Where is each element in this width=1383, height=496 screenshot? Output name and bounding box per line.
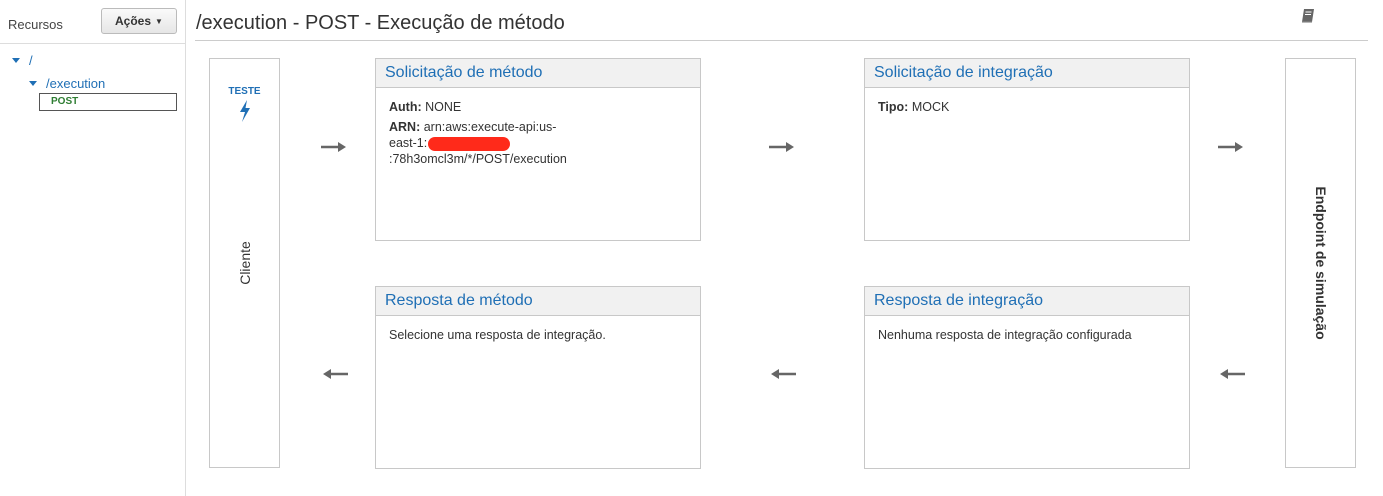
header-divider xyxy=(195,40,1368,41)
arrow-left-icon xyxy=(1220,369,1245,379)
arn-value-line2b: :78h3omcl3m/*/POST/execution xyxy=(389,152,567,166)
test-button[interactable]: TESTE xyxy=(210,86,279,122)
client-column: TESTE Cliente xyxy=(209,58,280,468)
tree-expand-icon[interactable] xyxy=(29,81,37,86)
actions-label: Ações xyxy=(115,14,152,28)
method-response-text: Selecione uma resposta de integração. xyxy=(389,328,606,342)
auth-value: NONE xyxy=(425,100,462,114)
method-request-title[interactable]: Solicitação de método xyxy=(376,59,700,88)
tree-item-post-method[interactable]: POST xyxy=(39,93,177,111)
integration-response-title[interactable]: Resposta de integração xyxy=(865,287,1189,316)
method-request-body: Auth: NONE ARN: arn:aws:execute-api:us- … xyxy=(376,88,700,182)
arn-value-line2a: east-1: xyxy=(389,136,428,150)
book-icon[interactable] xyxy=(1300,8,1316,24)
arrow-left-icon xyxy=(771,369,796,379)
actions-button[interactable]: Ações ▼ xyxy=(101,8,177,34)
arrow-right-icon xyxy=(1218,142,1243,152)
redaction-mark xyxy=(428,136,511,151)
arn-row: ARN: arn:aws:execute-api:us- east-1::78h… xyxy=(389,119,687,167)
arrow-right-icon xyxy=(769,142,794,152)
integration-response-body: Nenhuma resposta de integração configura… xyxy=(865,316,1189,358)
arrow-right-icon xyxy=(321,142,346,152)
integration-request-body: Tipo: MOCK xyxy=(865,88,1189,130)
resources-title: Recursos xyxy=(8,17,63,32)
type-key: Tipo: xyxy=(878,100,909,114)
integration-request-panel: Solicitação de integração Tipo: MOCK xyxy=(864,58,1190,241)
arrow-left-icon xyxy=(323,369,348,379)
page-title: /execution - POST - Execução de método xyxy=(196,12,565,34)
type-value: MOCK xyxy=(911,100,950,114)
type-row: Tipo: MOCK xyxy=(878,99,1176,115)
tree-item-root-label: / xyxy=(29,53,33,68)
endpoint-label: Endpoint de simulação xyxy=(1312,186,1329,340)
resources-sidebar: Recursos Ações ▼ / /execution POST xyxy=(0,0,186,496)
arn-value-line1: arn:aws:execute-api:us- xyxy=(423,120,557,134)
lightning-icon xyxy=(239,100,250,122)
auth-row: Auth: NONE xyxy=(389,99,687,115)
sidebar-divider xyxy=(0,43,186,44)
tree-expand-icon[interactable] xyxy=(12,58,20,63)
method-request-panel: Solicitação de método Auth: NONE ARN: ar… xyxy=(375,58,701,241)
arn-key: ARN: xyxy=(389,120,421,134)
test-label: TESTE xyxy=(228,86,261,97)
integration-response-panel: Resposta de integração Nenhuma resposta … xyxy=(864,286,1190,469)
method-response-body: Selecione uma resposta de integração. xyxy=(376,316,700,358)
integration-request-title[interactable]: Solicitação de integração xyxy=(865,59,1189,88)
auth-key: Auth: xyxy=(389,100,422,114)
tree-item-root[interactable]: / xyxy=(12,53,33,68)
integration-response-text: Nenhuma resposta de integração configura… xyxy=(878,328,1132,342)
tree-item-execution[interactable]: /execution xyxy=(29,76,105,91)
method-response-panel: Resposta de método Selecione uma respost… xyxy=(375,286,701,469)
method-response-title[interactable]: Resposta de método xyxy=(376,287,700,316)
tree-item-execution-label: /execution xyxy=(46,76,106,91)
client-label: Cliente xyxy=(236,241,253,285)
caret-down-icon: ▼ xyxy=(155,16,163,26)
endpoint-column[interactable]: Endpoint de simulação xyxy=(1285,58,1356,468)
